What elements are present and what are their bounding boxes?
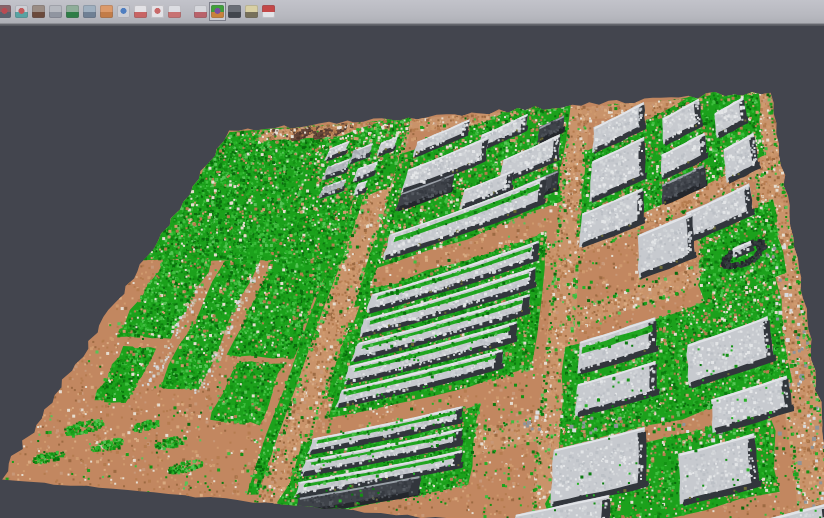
globe-view-icon [117, 5, 130, 18]
thin-points-button[interactable] [47, 2, 64, 21]
terrain-tin-icon [32, 5, 45, 18]
clip-grid-button[interactable] [192, 2, 209, 21]
colored-points-button[interactable] [13, 2, 30, 21]
point-cloud-3d-view[interactable] [0, 26, 824, 518]
profile-view-icon [83, 5, 96, 18]
rect-select-icon [168, 5, 181, 18]
layers-list-icon [134, 5, 147, 18]
ortho-image-button[interactable] [98, 2, 115, 21]
classification-colors-icon [211, 5, 224, 18]
viewport [0, 26, 824, 518]
classify-points-button[interactable] [0, 2, 13, 21]
shaded-sphere-icon [228, 5, 241, 18]
elevation-ramp-icon [245, 5, 258, 18]
circle-select-icon [151, 5, 164, 18]
rect-select-button[interactable] [166, 2, 183, 21]
profile-view-button[interactable] [81, 2, 98, 21]
intensity-stripes-button[interactable] [260, 2, 277, 21]
terrain-tin-button[interactable] [30, 2, 47, 21]
circle-select-button[interactable] [149, 2, 166, 21]
globe-view-button[interactable] [115, 2, 132, 21]
green-surface-button[interactable] [64, 2, 81, 21]
clip-grid-icon [194, 5, 207, 18]
thin-points-icon [49, 5, 62, 18]
shaded-sphere-button[interactable] [226, 2, 243, 21]
ortho-image-icon [100, 5, 113, 18]
colored-points-icon [15, 5, 28, 18]
green-surface-icon [66, 5, 79, 18]
classify-points-icon [0, 5, 11, 18]
app-window [0, 0, 824, 517]
elevation-ramp-button[interactable] [243, 2, 260, 21]
intensity-stripes-icon [262, 5, 275, 18]
toolbar [0, 0, 824, 24]
classification-colors-button[interactable] [209, 2, 226, 21]
layers-list-button[interactable] [132, 2, 149, 21]
